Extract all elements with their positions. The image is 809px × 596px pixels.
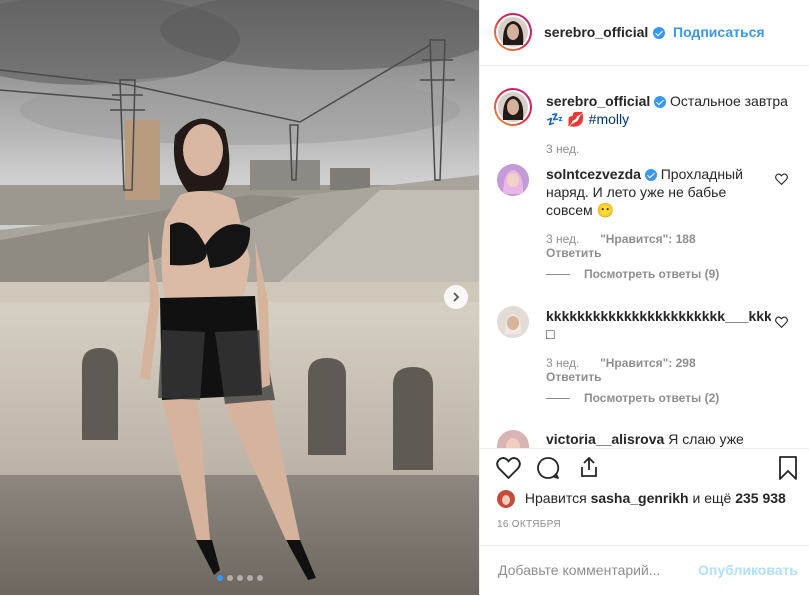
divider-line <box>546 398 570 400</box>
post-photo[interactable] <box>0 0 479 595</box>
comment-text: □ <box>546 326 555 342</box>
reply-button[interactable]: Ответить <box>546 370 601 384</box>
chevron-right-icon <box>453 292 460 302</box>
view-replies-button[interactable]: Посмотреть ответы (9) <box>546 267 719 281</box>
comment-likes[interactable]: "Нравится": 188 <box>600 232 696 246</box>
next-photo-button[interactable] <box>444 285 468 309</box>
comment-avatar[interactable] <box>497 164 529 196</box>
caption-text: Остальное завтра <box>670 93 788 109</box>
caption-avatar[interactable] <box>496 90 530 124</box>
comment-emoji: 😶 <box>596 202 614 218</box>
view-replies-label: Посмотреть ответы (2) <box>584 391 720 405</box>
comment-input[interactable] <box>496 561 700 579</box>
publish-button[interactable]: Опубликовать <box>698 562 798 578</box>
comment-time[interactable]: 3 нед. <box>546 232 579 246</box>
comment-username[interactable]: kkkkkkkkkkkkkkkkkkkkkkk___kkkk <box>546 308 771 324</box>
heart-icon[interactable] <box>775 316 788 328</box>
caption-time[interactable]: 3 нед. <box>546 142 579 156</box>
comment-row-clipped: victoria__alisrova Я слаю уже <box>480 428 809 448</box>
comment-body: solntcezvezda Прохладный наряд. И лето у… <box>546 165 766 219</box>
follow-button[interactable]: Подписаться <box>673 24 765 40</box>
comment-avatar[interactable] <box>497 430 529 448</box>
post-date[interactable]: 16 ОКТЯБРЯ <box>497 519 561 530</box>
bookmark-icon[interactable] <box>778 456 798 480</box>
caption-username[interactable]: serebro_official <box>546 93 650 109</box>
comment-meta: 3 нед. "Нравится": 298 <box>546 356 696 370</box>
view-replies-label: Посмотреть ответы (9) <box>584 267 720 281</box>
comment-meta: 3 нед. "Нравится": 188 <box>546 232 696 246</box>
post-actions <box>480 448 809 480</box>
caption-emoji: 💤 💋 <box>546 111 585 127</box>
comment-text: Я слаю уже <box>668 431 744 447</box>
carousel-dot <box>216 575 223 581</box>
comment-username[interactable]: solntcezvezda <box>546 166 641 182</box>
comment-icon[interactable] <box>536 456 560 480</box>
share-icon[interactable] <box>577 455 601 479</box>
author-avatar[interactable] <box>496 15 530 49</box>
carousel-dot <box>246 575 253 581</box>
comment-username[interactable]: victoria__alisrova <box>546 431 664 447</box>
heart-icon[interactable] <box>496 456 521 479</box>
reply-button[interactable]: Ответить <box>546 246 601 260</box>
verified-badge-icon <box>644 169 657 182</box>
post-header: serebro_official Подписаться <box>480 0 809 66</box>
author-username[interactable]: serebro_official <box>544 24 648 40</box>
verified-badge-icon <box>653 27 665 39</box>
liker-username[interactable]: sasha_genrikh <box>591 490 689 506</box>
comment-avatar[interactable] <box>497 306 529 338</box>
post-caption: serebro_official Остальное завтра 💤 💋 #m… <box>546 92 796 128</box>
likes-middle: и ещё <box>692 490 732 506</box>
carousel-dot <box>236 575 243 581</box>
view-replies-button[interactable]: Посмотреть ответы (2) <box>546 391 719 405</box>
heart-icon[interactable] <box>775 173 788 185</box>
likes-summary: Нравится sasha_genrikh и ещё 235 938 <box>497 490 786 509</box>
comment-body: victoria__alisrova Я слаю уже <box>546 430 744 448</box>
comment-body: kkkkkkkkkkkkkkkkkkkkkkk___kkkk □ <box>546 307 771 343</box>
liker-avatar[interactable] <box>497 490 515 509</box>
likes-count[interactable]: 235 938 <box>735 490 786 506</box>
verified-badge-icon <box>654 96 667 109</box>
carousel-dot <box>226 575 233 581</box>
carousel-dot <box>256 575 263 581</box>
divider-line <box>546 274 570 276</box>
caption-hashtag[interactable]: #molly <box>589 111 629 127</box>
carousel-indicator <box>0 575 479 581</box>
post-image <box>0 0 479 595</box>
comment-likes[interactable]: "Нравится": 298 <box>600 356 696 370</box>
post-side-panel: serebro_official Подписаться serebro_off… <box>479 0 809 595</box>
comment-time[interactable]: 3 нед. <box>546 356 579 370</box>
likes-prefix: Нравится <box>524 490 587 506</box>
add-comment-form: Опубликовать <box>480 545 809 596</box>
